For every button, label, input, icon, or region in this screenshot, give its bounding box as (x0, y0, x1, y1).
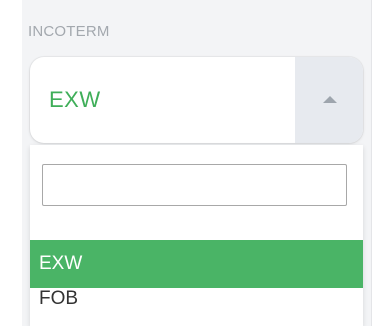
panel-divider (371, 0, 372, 326)
incoterm-select[interactable]: EXW (30, 57, 363, 143)
dropdown-search-input[interactable] (42, 164, 347, 206)
caret-up-icon (323, 96, 337, 103)
selected-value: EXW (49, 87, 101, 112)
dropdown-menu: EXW FOB (30, 145, 363, 326)
option-fob[interactable]: FOB (30, 275, 363, 323)
incoterm-label: INCOTERM (28, 23, 110, 40)
dropdown-toggle-button[interactable] (295, 57, 363, 143)
